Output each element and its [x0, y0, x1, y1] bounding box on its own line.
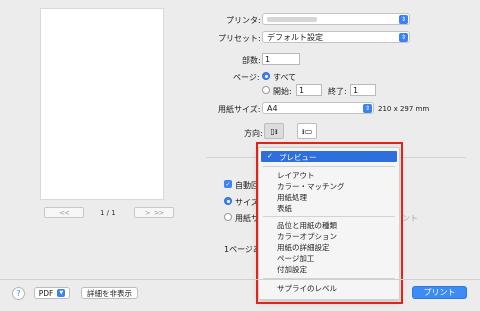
preset-label: プリセット: [218, 34, 261, 43]
next-page-button[interactable]: > >> [134, 207, 174, 218]
pages-all-radio[interactable] [262, 72, 270, 80]
landscape-button[interactable]: ᵻ▭ [297, 123, 317, 139]
popup-arrows-icon: ⇕ [399, 15, 408, 24]
last-page-label: >> [153, 208, 165, 217]
orientation-label: 方向: [244, 129, 263, 138]
pages-from-field[interactable]: 1 [296, 84, 322, 96]
auto-rotate-checkbox[interactable]: ✓ [224, 180, 232, 188]
pages-label: ページ: [233, 73, 260, 82]
pdf-button[interactable]: PDF ▼ [34, 287, 70, 299]
preset-value: デフォルト設定 [267, 32, 323, 42]
print-button[interactable]: プリント [412, 286, 467, 299]
printer-popup[interactable]: ⇕ [262, 13, 410, 25]
pdf-label: PDF [38, 288, 54, 298]
next-page-label: > [144, 208, 151, 217]
popup-arrows-icon: ⇕ [363, 104, 372, 113]
fit-size-radio[interactable] [224, 197, 232, 205]
pages-from-label: 開始: [273, 87, 292, 96]
portrait-icon: ▯ᵻ [270, 126, 278, 136]
portrait-button[interactable]: ▯ᵻ [264, 123, 284, 139]
paper-size-popup[interactable]: A4 ⇕ [262, 102, 374, 114]
pages-range-radio[interactable] [262, 86, 270, 94]
first-page-label: << [59, 208, 70, 217]
help-button[interactable]: ? [12, 287, 25, 300]
printer-label: プリンタ: [226, 16, 261, 25]
first-page-button[interactable]: << [44, 207, 84, 218]
pages-to-field[interactable]: 1 [350, 84, 376, 96]
copies-label: 部数: [242, 56, 261, 65]
paper-size-value: A4 [267, 103, 278, 113]
paper-size-label: 用紙サイズ: [218, 105, 261, 114]
popup-arrows-icon: ⇕ [399, 33, 408, 42]
preview-page [40, 8, 164, 200]
page-indicator: 1 / 1 [100, 209, 116, 217]
chevron-down-icon: ▼ [57, 289, 66, 297]
preset-popup[interactable]: デフォルト設定 ⇕ [262, 31, 410, 43]
pages-all-label: すべて [273, 73, 297, 82]
landscape-icon: ᵻ▭ [301, 126, 313, 136]
pages-to-label: 終了: [328, 87, 347, 96]
copies-field[interactable]: 1 [262, 53, 300, 65]
partial-right-text: ント [402, 214, 418, 223]
paper-size-option-radio[interactable] [224, 213, 232, 221]
bottom-divider [0, 279, 480, 280]
hide-details-button[interactable]: 詳細を非表示 [81, 287, 138, 299]
paper-dimensions: 210 x 297 mm [378, 105, 430, 113]
printer-name-redacted [267, 16, 317, 22]
